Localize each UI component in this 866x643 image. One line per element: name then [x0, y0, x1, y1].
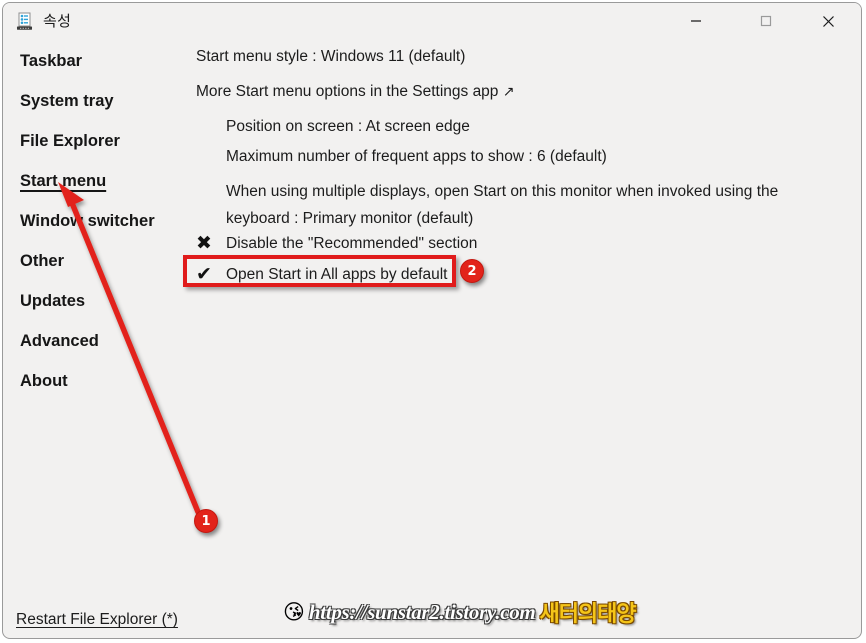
sidebar-item-about[interactable]: About	[20, 372, 68, 391]
title-bar: 속성	[3, 3, 861, 39]
close-button[interactable]	[805, 3, 851, 39]
sidebar-item-window-switcher[interactable]: Window switcher	[20, 212, 155, 231]
sidebar-item-advanced[interactable]: Advanced	[20, 332, 99, 351]
minimize-button[interactable]	[673, 3, 719, 39]
cross-icon: ✖	[196, 232, 212, 254]
window-title: 속성	[43, 12, 72, 30]
sidebar-item-file-explorer[interactable]: File Explorer	[20, 132, 120, 151]
sidebar-item-start-menu[interactable]: Start menu	[20, 172, 106, 191]
sidebar-nav: Taskbar System tray File Explorer Start …	[3, 39, 188, 599]
sidebar-item-system-tray[interactable]: System tray	[20, 92, 114, 111]
checkbox-disable-recommended[interactable]: ✖ Disable the "Recommended" section	[196, 234, 477, 253]
settings-app-link[interactable]: More Start menu options in the Settings …	[196, 83, 514, 101]
close-icon	[822, 15, 834, 27]
maximize-button[interactable]	[743, 3, 789, 39]
settings-panel: Start menu style : Windows 11 (default) …	[188, 39, 861, 599]
properties-window: 속성 Taskbar System tray File Explorer Sta…	[2, 2, 862, 639]
checkbox-disable-recommended-label: Disable the "Recommended" section	[226, 234, 478, 252]
setting-start-menu-style[interactable]: Start menu style : Windows 11 (default)	[196, 48, 465, 66]
setting-multi-display-monitor[interactable]: When using multiple displays, open Start…	[226, 178, 806, 232]
checkbox-open-start-all-apps-label: Open Start in All apps by default	[226, 265, 448, 283]
checkbox-open-start-all-apps[interactable]: ✔ Open Start in All apps by default	[196, 265, 447, 284]
sidebar-item-updates[interactable]: Updates	[20, 292, 85, 311]
sidebar-item-taskbar[interactable]: Taskbar	[20, 52, 82, 71]
setting-max-frequent-apps[interactable]: Maximum number of frequent apps to show …	[226, 148, 607, 166]
sidebar-item-other[interactable]: Other	[20, 252, 64, 271]
taskbar-properties-icon	[15, 11, 35, 31]
external-link-icon: ↗	[502, 84, 515, 100]
settings-app-link-label: More Start menu options in the Settings …	[196, 83, 499, 100]
maximize-icon	[760, 15, 772, 27]
minimize-icon	[691, 20, 701, 22]
setting-position-on-screen[interactable]: Position on screen : At screen edge	[226, 118, 470, 136]
checkmark-icon: ✔	[196, 263, 212, 285]
restart-file-explorer-link[interactable]: Restart File Explorer (*)	[16, 611, 178, 629]
